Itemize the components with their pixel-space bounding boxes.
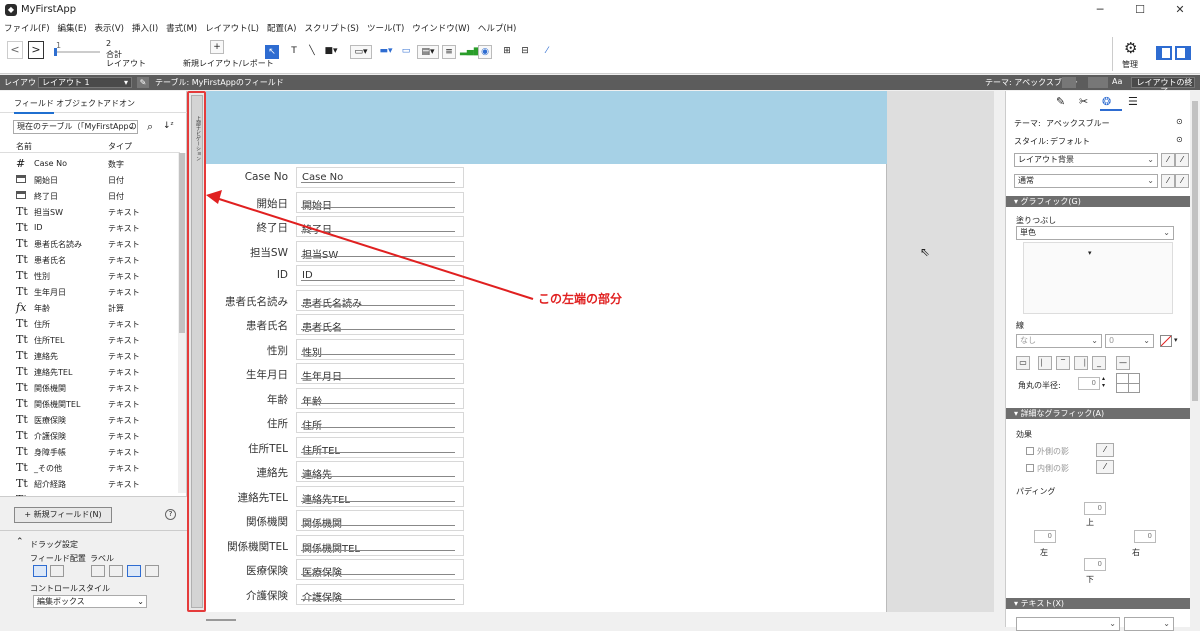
- fill-type-select[interactable]: 単色 ⌄: [1016, 226, 1174, 240]
- spinner-icon[interactable]: ▴ ▾: [1102, 375, 1105, 389]
- state-select-value: 通常: [1018, 176, 1034, 185]
- chevron-down-icon: ⌄: [1147, 176, 1154, 185]
- outer-shadow-label: 外側の影: [1037, 447, 1069, 456]
- inspector-panel: ✎ ✂ ❂ ☰ テーマ: アペックスブルー ⊙ スタイル: デフォルト ⊙ レイ…: [1005, 91, 1191, 631]
- line-style-value: なし: [1020, 336, 1036, 345]
- style-menu-icon[interactable]: ⊙: [1176, 135, 1183, 144]
- theme-field-value: アペックスブルー: [1046, 119, 1110, 128]
- corner-radius-input[interactable]: 0: [1078, 377, 1100, 390]
- inner-shadow-checkbox[interactable]: 内側の影: [1026, 463, 1069, 474]
- line-color-icon[interactable]: [1160, 335, 1172, 347]
- advanced-graphic-section-title: 詳細なグラフィック(A): [1020, 409, 1105, 418]
- chevron-down-icon: ⌄: [1163, 228, 1170, 237]
- padding-bottom-label: 下: [1086, 575, 1094, 584]
- unpin-icon[interactable]: ⁄: [1175, 174, 1189, 188]
- pin-icon[interactable]: ⁄: [1161, 153, 1175, 167]
- line-width-select[interactable]: 0 ⌄: [1105, 334, 1154, 348]
- advanced-graphic-section-header[interactable]: ▾ 詳細なグラフィック(A): [1006, 408, 1191, 419]
- graphic-section-header[interactable]: ▾ グラフィック(G): [1006, 196, 1191, 207]
- annotation-label: この左端の部分: [538, 292, 623, 306]
- data-tab-icon[interactable]: ☰: [1128, 95, 1138, 108]
- border-all-icon[interactable]: ▭: [1016, 356, 1030, 370]
- state-select[interactable]: 通常 ⌄: [1014, 174, 1158, 188]
- part-select-value: レイアウト背景: [1018, 155, 1074, 164]
- shadow-edit-icon[interactable]: ⁄: [1096, 460, 1114, 474]
- appearance-tab-icon[interactable]: ❂: [1102, 95, 1111, 108]
- padding-right-label: 右: [1132, 548, 1140, 557]
- corner-selector-icon[interactable]: [1116, 373, 1140, 393]
- border-between-icon[interactable]: —: [1116, 356, 1130, 370]
- padding-right-input[interactable]: 0: [1134, 530, 1156, 543]
- chevron-down-icon[interactable]: ▾: [1174, 336, 1178, 344]
- fill-color-swatch[interactable]: ▾: [1023, 242, 1173, 314]
- outer-shadow-checkbox[interactable]: 外側の影: [1026, 446, 1069, 457]
- padding-bottom-input[interactable]: 0: [1084, 558, 1106, 571]
- chevron-down-icon: ▾: [1088, 249, 1092, 257]
- text-section-title: テキスト(X): [1020, 599, 1065, 608]
- scrollbar-thumb[interactable]: [1192, 101, 1198, 401]
- border-top-icon[interactable]: ‾: [1056, 356, 1070, 370]
- chevron-down-icon: ⌄: [1109, 619, 1116, 628]
- styles-tab-icon[interactable]: ✂: [1079, 95, 1088, 108]
- part-select[interactable]: レイアウト背景 ⌄: [1014, 153, 1158, 167]
- chevron-down-icon: ⌄: [1143, 336, 1150, 345]
- font-size-select[interactable]: ⌄: [1124, 617, 1174, 631]
- padding-label: パディング: [1016, 487, 1056, 496]
- padding-left-input[interactable]: 0: [1034, 530, 1056, 543]
- fill-type-value: 単色: [1020, 228, 1036, 237]
- border-bottom-icon[interactable]: _: [1092, 356, 1106, 370]
- corner-radius-label: 角丸の半径:: [1018, 381, 1061, 390]
- font-select[interactable]: ⌄: [1016, 617, 1120, 631]
- graphic-section-title: グラフィック(G): [1020, 197, 1081, 206]
- pin-icon[interactable]: ⁄: [1161, 174, 1175, 188]
- style-field-value: デフォルト: [1050, 137, 1090, 146]
- padding-top-input[interactable]: 0: [1084, 502, 1106, 515]
- position-tab-icon[interactable]: ✎: [1056, 95, 1065, 108]
- line-style-select[interactable]: なし ⌄: [1016, 334, 1102, 348]
- chevron-down-icon: ⌄: [1163, 619, 1170, 628]
- line-width-value: 0: [1109, 336, 1115, 345]
- fill-label: 塗りつぶし: [1016, 216, 1057, 225]
- unpin-icon[interactable]: ⁄: [1175, 153, 1189, 167]
- padding-top-label: 上: [1086, 518, 1094, 527]
- chevron-down-icon: ⌄: [1147, 155, 1154, 164]
- padding-left-label: 左: [1040, 548, 1048, 557]
- inspector-scrollbar[interactable]: [1190, 91, 1200, 627]
- line-label: 線: [1016, 321, 1024, 330]
- chevron-down-icon: ⌄: [1091, 336, 1098, 345]
- inner-shadow-label: 内側の影: [1037, 464, 1069, 473]
- effects-label: 効果: [1016, 430, 1032, 439]
- text-section-header[interactable]: ▾ テキスト(X): [1006, 598, 1191, 609]
- border-left-icon[interactable]: ⎸: [1038, 356, 1052, 370]
- theme-field-label: テーマ:: [1014, 119, 1041, 128]
- theme-menu-icon[interactable]: ⊙: [1176, 117, 1183, 126]
- shadow-edit-icon[interactable]: ⁄: [1096, 443, 1114, 457]
- style-field-label: スタイル:: [1014, 137, 1049, 146]
- border-right-icon[interactable]: ⎹: [1074, 356, 1088, 370]
